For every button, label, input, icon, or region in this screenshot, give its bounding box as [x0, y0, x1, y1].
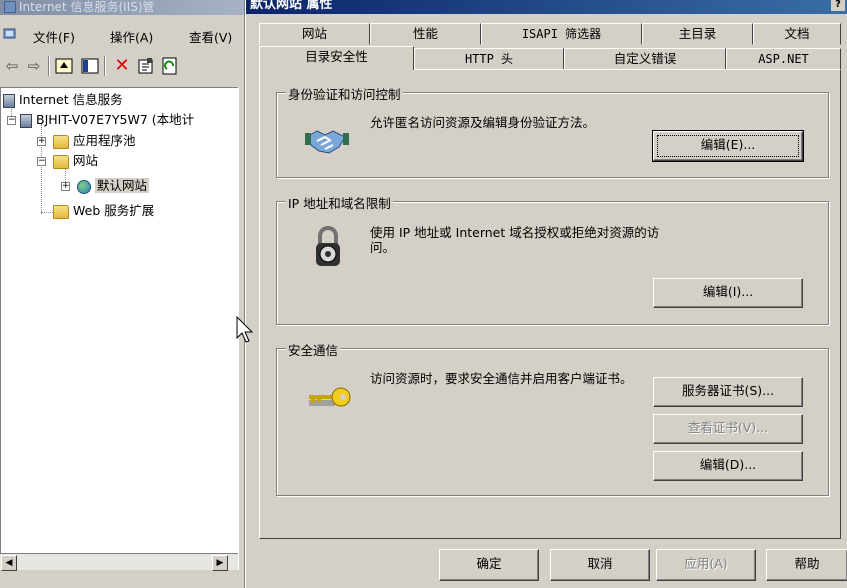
tab-website[interactable]: 网站: [259, 23, 370, 45]
website-globe-icon: [77, 179, 91, 194]
properties-icon[interactable]: [136, 56, 156, 76]
secure-edit-button[interactable]: 编辑(D)...: [653, 451, 803, 481]
refresh-icon[interactable]: [160, 56, 180, 76]
tree-item-app-pools[interactable]: 应用程序池: [53, 132, 136, 150]
folder-icon: [53, 134, 69, 149]
tab-isapi-filters[interactable]: ISAPI 筛选器: [481, 23, 642, 45]
ok-button[interactable]: 确定: [439, 549, 539, 581]
directory-security-panel: 身份验证和访问控制 允许匿名访问资源及编辑身份验证方法。 编辑(E)... IP…: [259, 69, 841, 539]
tree-item-default-site[interactable]: 默认网站: [77, 177, 150, 195]
collapse-toggle[interactable]: −: [7, 116, 16, 125]
folder-icon: [53, 204, 69, 219]
auth-edit-button[interactable]: 编辑(E)...: [652, 130, 804, 162]
toolbar-separator: [48, 56, 50, 76]
secure-group-text: 访问资源时，要求安全通信并启用客户端证书。: [370, 371, 633, 386]
tab-aspnet[interactable]: ASP.NET: [726, 48, 841, 70]
apply-button[interactable]: 应用(A): [656, 549, 756, 581]
menubar: 文件(F) 操作(A) 查看(V): [0, 23, 252, 45]
server-cert-button[interactable]: 服务器证书(S)...: [653, 377, 803, 407]
horizontal-scrollbar[interactable]: ◀ ▶: [0, 553, 238, 571]
toolbar: ⇦ ⇨ ✕: [0, 53, 252, 79]
server-icon: [20, 113, 32, 128]
scroll-left-icon[interactable]: ◀: [1, 555, 17, 571]
close-icon[interactable]: ?: [831, 0, 845, 11]
menu-file[interactable]: 文件(F): [33, 27, 75, 46]
tree-pane[interactable]: Internet 信息服务 − BJHIT-V07E7Y5W7 (本地计 + 应…: [0, 87, 238, 553]
tab-documents[interactable]: 文档: [753, 23, 841, 45]
folder-open-icon: [53, 154, 69, 169]
menu-view[interactable]: 查看(V): [189, 27, 232, 46]
secure-comm-group: 安全通信 访问资源时，要求安全通信并启用客户端证书。 服务器证书(S)... 查…: [276, 340, 829, 496]
show-tree-icon[interactable]: [80, 56, 100, 76]
iis-app-icon: [4, 1, 16, 13]
tab-http-headers[interactable]: HTTP 头: [414, 48, 564, 70]
console-icon[interactable]: [2, 26, 18, 42]
tab-custom-errors[interactable]: 自定义错误: [564, 48, 726, 70]
mouse-cursor-icon: [236, 316, 254, 343]
focus-rect: [657, 135, 799, 157]
secure-group-title: 安全通信: [286, 340, 341, 359]
expand-toggle[interactable]: +: [61, 182, 70, 191]
padlock-icon: [316, 226, 340, 266]
iis-manager-window: Internet 信息服务(IIS)管 文件(F) 操作(A) 查看(V) ⇦ …: [0, 0, 252, 588]
cancel-button[interactable]: 取消: [550, 549, 650, 581]
view-cert-button[interactable]: 查看证书(V)...: [653, 414, 803, 444]
expand-toggle[interactable]: +: [37, 137, 46, 146]
tab-directory-security[interactable]: 目录安全性: [259, 46, 414, 70]
ip-group-text: 使用 IP 地址或 Internet 域名授权或拒绝对资源的访问。: [370, 225, 660, 255]
auth-group: 身份验证和访问控制 允许匿名访问资源及编辑身份验证方法。 编辑(E)...: [276, 84, 829, 178]
forward-arrow-icon[interactable]: ⇨: [24, 56, 44, 76]
dialog-titlebar[interactable]: 默认网站 属性 ?: [246, 0, 847, 14]
ip-domain-group: IP 地址和域名限制 使用 IP 地址或 Internet 域名授权或拒绝对资源…: [276, 193, 829, 325]
properties-dialog: 默认网站 属性 ? 网站 性能 ISAPI 筛选器 主目录 文档 目录安全性 H…: [245, 0, 847, 588]
back-arrow-icon[interactable]: ⇦: [2, 56, 22, 76]
help-button[interactable]: 帮助: [766, 549, 847, 581]
tree-item-websites[interactable]: 网站: [53, 152, 98, 170]
delete-icon[interactable]: ✕: [112, 56, 132, 76]
key-icon: [309, 387, 351, 407]
iis-titlebar[interactable]: Internet 信息服务(IIS)管: [0, 0, 252, 15]
iis-window-title: Internet 信息服务(IIS)管: [19, 0, 155, 14]
tree-item-iis-root[interactable]: Internet 信息服务: [3, 91, 123, 109]
scroll-right-icon[interactable]: ▶: [212, 555, 228, 571]
tree-item-web-extensions[interactable]: Web 服务扩展: [53, 202, 154, 220]
ip-group-title: IP 地址和域名限制: [286, 193, 393, 212]
handshake-icon: [305, 130, 349, 154]
auth-group-title: 身份验证和访问控制: [286, 84, 403, 103]
ip-edit-button[interactable]: 编辑(I)...: [653, 278, 803, 308]
toolbar-separator: [104, 56, 106, 76]
tree-item-server[interactable]: BJHIT-V07E7Y5W7 (本地计: [20, 111, 194, 129]
up-folder-icon[interactable]: [54, 56, 74, 76]
tab-performance[interactable]: 性能: [370, 23, 481, 45]
menu-action[interactable]: 操作(A): [110, 27, 153, 46]
tab-home-directory[interactable]: 主目录: [642, 23, 753, 45]
collapse-toggle[interactable]: −: [37, 157, 46, 166]
iis-icon: [3, 93, 15, 108]
dialog-title: 默认网站 属性: [250, 0, 333, 12]
auth-group-text: 允许匿名访问资源及编辑身份验证方法。: [370, 115, 596, 130]
